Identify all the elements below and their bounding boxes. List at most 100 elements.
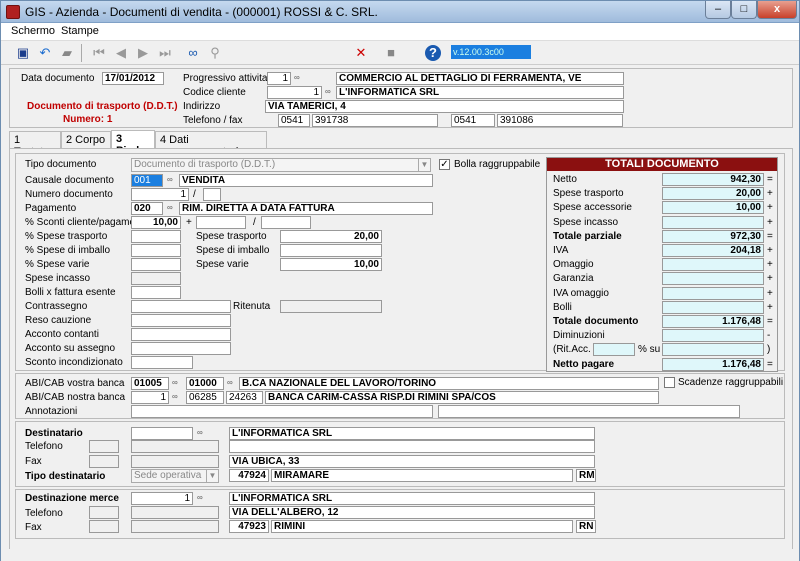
- document-type-select[interactable]: Documento di trasporto (D.D.T.) ▼: [131, 158, 431, 172]
- tab-corpo[interactable]: 2 Corpo: [61, 131, 111, 148]
- ritacc-su-label: % su: [638, 344, 661, 356]
- recipient-code-field[interactable]: [131, 427, 193, 440]
- stamp-duty-label: Bolli x fattura esente: [25, 287, 116, 298]
- fax-number: 391086: [497, 114, 623, 127]
- binoculars-icon[interactable]: ∞: [197, 493, 203, 502]
- save-icon[interactable]: ▣: [15, 45, 31, 61]
- your-bank-abi-field[interactable]: 01005: [131, 377, 169, 390]
- binoculars-icon[interactable]: ∞: [167, 175, 173, 184]
- cash-advance-field[interactable]: [131, 328, 231, 341]
- totals-row-operator: ): [767, 344, 771, 356]
- totals-row-operator: =: [767, 358, 773, 370]
- binoculars-icon[interactable]: ∞: [185, 45, 201, 61]
- first-record-icon[interactable]: ⏮: [91, 45, 107, 61]
- maximize-button[interactable]: □: [731, 1, 757, 19]
- last-record-icon[interactable]: ⏭: [157, 45, 173, 61]
- document-number-suffix[interactable]: [203, 188, 221, 201]
- misc-pct-label: % Spese varie: [25, 259, 90, 270]
- menu-schermo[interactable]: Schermo: [11, 25, 55, 37]
- scadenze-checkbox[interactable]: [664, 377, 675, 388]
- minimize-button[interactable]: –: [705, 1, 731, 19]
- deposit-return-label: Reso cauzione: [25, 315, 92, 326]
- transport-field[interactable]: 20,00: [280, 230, 382, 243]
- close-button[interactable]: x: [757, 1, 797, 19]
- binoculars-icon[interactable]: ∞: [172, 392, 178, 401]
- payment-code-field[interactable]: 020: [131, 202, 163, 215]
- totals-row-label: Totale documento: [553, 316, 639, 327]
- discount-3-field[interactable]: [261, 216, 311, 229]
- our-bank-label: ABI/CAB nostra banca: [25, 392, 126, 403]
- document-number-field[interactable]: 1: [131, 188, 189, 201]
- binoculars-icon[interactable]: ∞: [197, 428, 203, 437]
- status-bar: [1, 549, 799, 561]
- tab-testata[interactable]: 1 Testata: [9, 131, 61, 158]
- destination-code-field[interactable]: 1: [131, 492, 193, 505]
- misc-costs-field[interactable]: 10,00: [280, 258, 382, 271]
- date-field[interactable]: 17/01/2012: [102, 72, 164, 85]
- undo-icon[interactable]: ↶: [37, 45, 53, 61]
- scadenze-label: Scadenze raggruppabili: [678, 377, 784, 388]
- payment-description: RIM. DIRETTA A DATA FATTURA: [179, 202, 433, 215]
- transport-pct-field[interactable]: [131, 230, 181, 243]
- recipient-type-select[interactable]: Sede operativa ▼: [131, 469, 219, 483]
- activity-description: COMMERCIO AL DETTAGLIO DI FERRAMENTA, VE: [336, 72, 624, 85]
- recipient-fax-label: Fax: [25, 456, 42, 467]
- packaging-pct-field[interactable]: [131, 244, 181, 257]
- destination-city: RIMINI: [271, 520, 573, 533]
- binoculars-icon[interactable]: ∞: [227, 378, 233, 387]
- deposit-return-field[interactable]: [131, 314, 231, 327]
- totals-row-label: (Rit.Acc.: [553, 344, 591, 356]
- packaging-field[interactable]: [280, 244, 382, 257]
- recipient-zip: 47924: [229, 469, 269, 482]
- misc-pct-field[interactable]: [131, 258, 181, 271]
- unconditional-discount-field[interactable]: [131, 356, 193, 369]
- binoculars-icon[interactable]: ∞: [325, 87, 331, 96]
- previous-record-icon[interactable]: ◀: [113, 45, 129, 61]
- version-label: v.12.00.3c00: [451, 45, 531, 59]
- delete-icon[interactable]: ✕: [353, 45, 369, 61]
- your-bank-label: ABI/CAB vostra banca: [25, 378, 125, 389]
- help-icon[interactable]: ?: [425, 45, 441, 61]
- phone-prefix: 0541: [278, 114, 310, 127]
- check-advance-label: Acconto su assegno: [25, 343, 116, 354]
- customer-code-field[interactable]: 1: [267, 86, 322, 99]
- discount-2-field[interactable]: [196, 216, 246, 229]
- customer-name: L'INFORMATICA SRL: [336, 86, 624, 99]
- recipient-type-label: Tipo destinatario: [25, 471, 106, 482]
- cod-field[interactable]: [131, 300, 231, 313]
- binoculars-icon[interactable]: ∞: [167, 203, 173, 212]
- ritacc-percent-field: [593, 343, 635, 357]
- tab-piede[interactable]: 3 Piede: [111, 130, 155, 157]
- notes-field-2[interactable]: [438, 405, 740, 418]
- recipient-phone-prefix: [89, 440, 119, 453]
- bolla-checkbox[interactable]: ✓: [439, 159, 450, 170]
- slash-separator: /: [253, 217, 256, 228]
- stamp-duty-field[interactable]: [131, 286, 181, 299]
- window-title: GIS - Azienda - Documenti di vendita - (…: [25, 5, 378, 19]
- totals-row-label: Netto pagare: [553, 358, 615, 370]
- binoculars-icon[interactable]: ∞: [294, 73, 300, 82]
- recipient-phone-label: Telefono: [25, 441, 63, 452]
- your-bank-cab-field[interactable]: 01000: [186, 377, 224, 390]
- title-bar: GIS - Azienda - Documenti di vendita - (…: [1, 1, 799, 23]
- bolla-label: Bolla raggruppabile: [454, 159, 541, 170]
- recipient-type-value: Sede operativa: [134, 470, 202, 481]
- progressivo-field[interactable]: 1: [267, 72, 291, 85]
- folder-icon[interactable]: ▰: [59, 45, 75, 61]
- next-record-icon[interactable]: ▶: [135, 45, 151, 61]
- tab-dati-accompagnatori[interactable]: 4 Dati accompagnatori: [155, 131, 267, 158]
- binoculars-icon[interactable]: ∞: [172, 378, 178, 387]
- menu-stampe[interactable]: Stampe: [61, 25, 99, 37]
- recipient-fax-number: [131, 455, 219, 468]
- causale-code-field[interactable]: 001: [131, 174, 163, 187]
- our-bank-code-field[interactable]: 1: [131, 391, 169, 404]
- totals-row-operator: +: [767, 188, 773, 200]
- your-bank-description: B.CA NAZIONALE DEL LAVORO/TORINO: [239, 377, 659, 390]
- stop-icon[interactable]: ■: [383, 45, 399, 61]
- notes-field-1[interactable]: [131, 405, 433, 418]
- discount-1-field[interactable]: 10,00: [131, 216, 181, 229]
- destination-fax-prefix: [89, 520, 119, 533]
- zoom-icon[interactable]: ⚲: [207, 45, 223, 61]
- check-advance-field[interactable]: [131, 342, 231, 355]
- totals-row-label: Totale parziale: [553, 230, 622, 242]
